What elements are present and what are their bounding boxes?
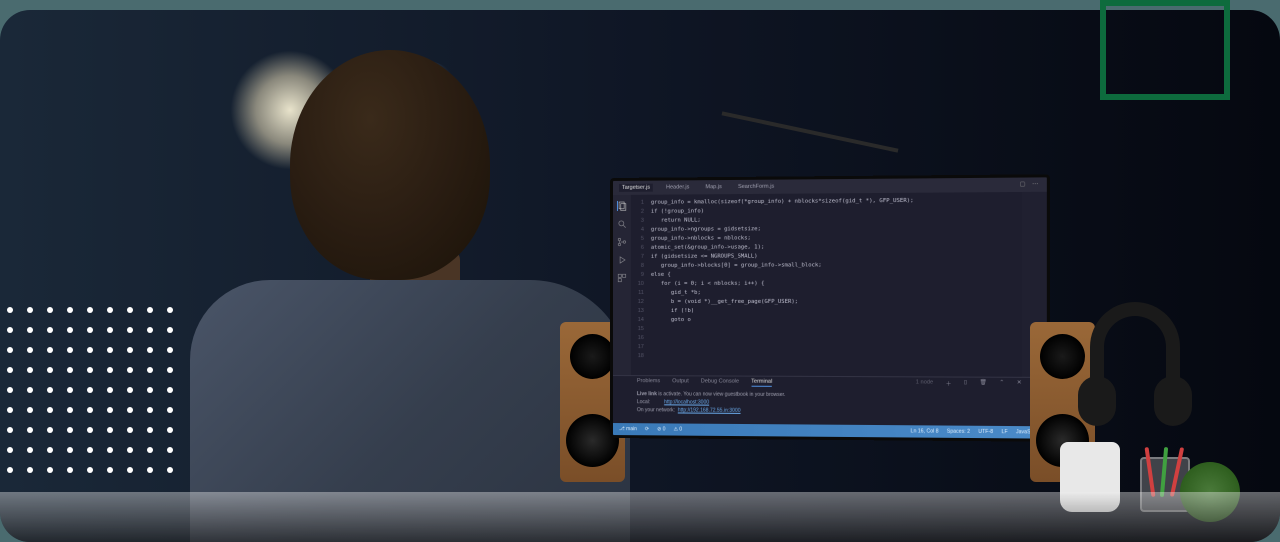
editor-tab[interactable]: Header.js bbox=[663, 183, 692, 191]
panel-tab-debug[interactable]: Debug Console bbox=[701, 378, 739, 386]
line-number-gutter: 1 2 3 4 5 6 7 8 9 10 11 12 13 14 15 16 1… bbox=[631, 195, 647, 375]
status-encoding[interactable]: UTF-8 bbox=[978, 429, 993, 435]
extensions-icon[interactable] bbox=[617, 273, 627, 283]
terminal-select[interactable]: 1 node bbox=[916, 379, 933, 387]
code-line: b = (void *)__get_free_page(GFP_USER); bbox=[651, 298, 1018, 307]
editor-tab[interactable]: SearchForm.js bbox=[735, 183, 777, 191]
person bbox=[170, 40, 570, 542]
code-line: for (i = 0; i < nblocks; i++) { bbox=[651, 279, 1018, 289]
window-controls: ▢ ⋯ bbox=[1020, 180, 1041, 188]
status-errors[interactable]: ⊘ 0 bbox=[657, 426, 665, 432]
files-icon[interactable] bbox=[617, 201, 627, 211]
editor-tab[interactable]: Map.js bbox=[702, 183, 724, 191]
status-warnings[interactable]: ⚠ 0 bbox=[673, 426, 682, 432]
headphones bbox=[1090, 302, 1180, 392]
code-line: goto o bbox=[651, 316, 1018, 325]
editor-tab[interactable]: Targetser.js bbox=[619, 184, 653, 192]
close-panel-icon[interactable]: ✕ bbox=[1017, 380, 1022, 388]
status-sync-icon[interactable]: ⟳ bbox=[645, 426, 649, 432]
trash-icon[interactable]: 🗑 bbox=[980, 380, 987, 388]
panel-tab-terminal[interactable]: Terminal bbox=[751, 379, 772, 387]
status-eol[interactable]: LF bbox=[1002, 429, 1008, 435]
panel-tab-output[interactable]: Output bbox=[672, 378, 689, 386]
hero-photo: Targetser.js Header.js Map.js SearchForm… bbox=[0, 10, 1280, 542]
search-icon[interactable] bbox=[617, 219, 627, 229]
status-indent[interactable]: Spaces: 2 bbox=[947, 429, 970, 435]
status-branch[interactable]: ⎇ main bbox=[619, 426, 637, 432]
bottom-panel: Problems Output Debug Console Terminal 1… bbox=[613, 375, 1047, 428]
decorative-green-square bbox=[1100, 0, 1230, 100]
split-editor-icon[interactable]: ▢ bbox=[1020, 181, 1028, 189]
terminal-output[interactable]: Live link is activate. You can now view … bbox=[613, 388, 1047, 419]
new-terminal-icon[interactable]: ＋ bbox=[946, 380, 952, 388]
editor-area: 1 2 3 4 5 6 7 8 9 10 11 12 13 14 15 16 1… bbox=[613, 192, 1047, 377]
code-content[interactable]: group_info = kmalloc(sizeof(*group_info)… bbox=[647, 192, 1022, 377]
source-control-icon[interactable] bbox=[617, 237, 627, 247]
status-bar: ⎇ main ⟳ ⊘ 0 ⚠ 0 Ln 16, Col 8 Spaces: 2 … bbox=[613, 423, 1047, 439]
activity-bar bbox=[613, 195, 631, 375]
maximize-panel-icon[interactable]: ⌃ bbox=[999, 380, 1004, 388]
code-line: if (!b) bbox=[651, 307, 1018, 316]
code-line: gid_t *b; bbox=[651, 288, 1018, 297]
split-terminal-icon[interactable]: ▯ bbox=[964, 380, 967, 388]
more-icon[interactable]: ⋯ bbox=[1032, 180, 1040, 188]
decorative-dot-grid bbox=[0, 300, 180, 480]
desk-surface bbox=[0, 492, 1280, 542]
code-editor-screen: Targetser.js Header.js Map.js SearchForm… bbox=[610, 174, 1050, 442]
panel-tab-problems[interactable]: Problems bbox=[637, 378, 660, 386]
debug-icon[interactable] bbox=[617, 255, 627, 265]
monitor-arm bbox=[722, 111, 899, 152]
status-cursor[interactable]: Ln 16, Col 8 bbox=[911, 428, 939, 434]
